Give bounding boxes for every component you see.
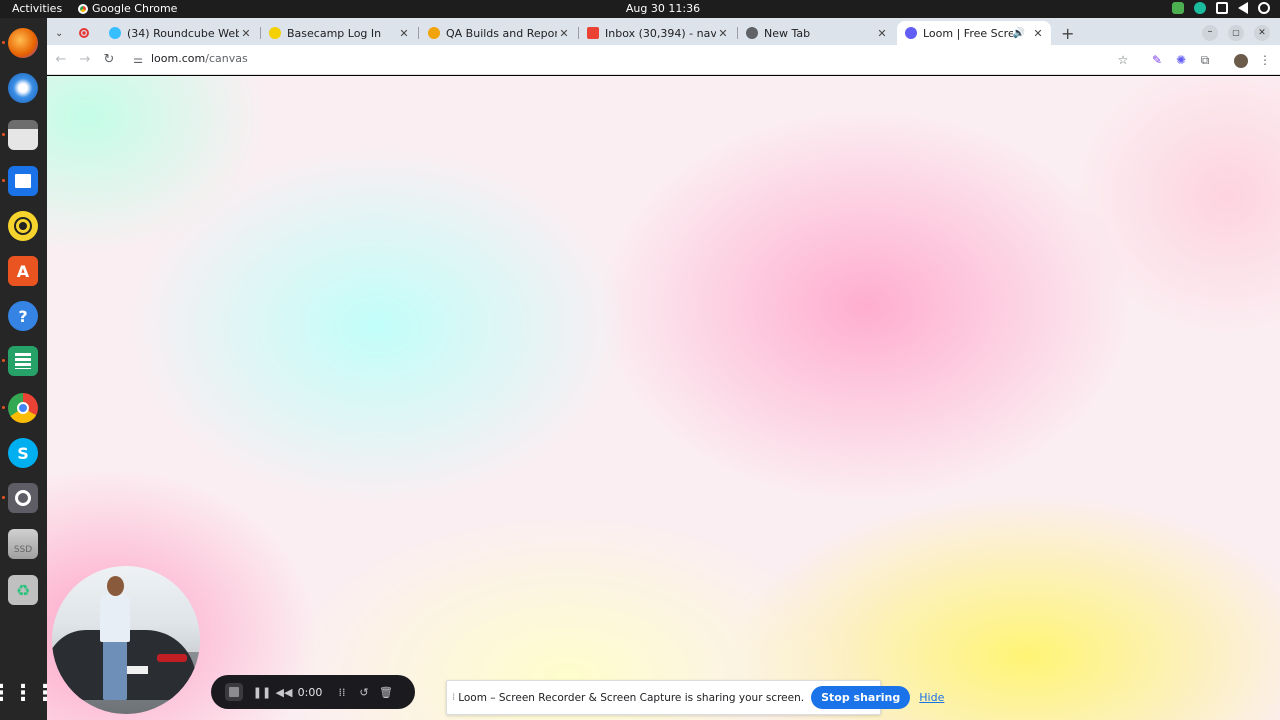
tab-title: Inbox (30,394) - navising [605,26,716,40]
rewind-button[interactable]: ◀◀ [273,686,295,699]
screen-sharing-banner: ⁞ Loom – Screen Recorder & Screen Captur… [446,680,944,715]
url-host: loom.com [151,52,206,65]
chrome-favicon-icon [746,27,758,39]
reload-button[interactable]: ↻ [100,51,118,69]
close-icon[interactable]: ✕ [875,27,889,40]
tray-sync-icon[interactable] [1194,2,1206,14]
hide-button[interactable]: Hide [919,691,944,704]
drag-handle-icon[interactable]: ⁞⁞ [331,686,353,699]
loom-favicon-icon [905,27,917,39]
tab-new-tab[interactable]: New Tab ✕ [738,21,895,45]
skype-icon[interactable]: S [8,438,38,468]
site-info-icon[interactable]: ⚌ [129,51,147,69]
drag-handle-icon[interactable]: ⁞ [452,692,455,703]
firefox-icon[interactable] [8,28,38,58]
browser-toolbar: ← → ↻ ⚌ loom.com/canvas ☆ ✎ ✺ ⧉ ⋮ [47,45,1280,75]
help-icon[interactable]: ? [8,301,38,331]
window-controls: – ▢ ✕ [1202,21,1280,45]
tab-loom[interactable]: Loom | Free Screen & 🔊 ✕ [897,21,1051,45]
app-center-icon[interactable]: A [8,256,38,286]
ssd-icon[interactable]: SSD [8,529,38,559]
restart-button[interactable]: ↺ [353,686,375,699]
tab-title: Loom | Free Screen & [923,26,1013,40]
profile-avatar[interactable] [1232,51,1250,69]
gmail-favicon-icon [587,27,599,39]
tab-strip: ⌄ (34) Roundcube Webmail ✕ Basecamp Log … [47,18,1280,45]
new-tab-button[interactable]: + [1057,21,1077,45]
url-path: /canvas [205,52,248,65]
app-grid-icon[interactable]: ⋮⋮⋮ [0,678,56,708]
extensions-puzzle-icon[interactable]: ⧉ [1196,51,1214,69]
stop-recording-button[interactable] [225,683,243,701]
stop-sharing-button[interactable]: Stop sharing [811,686,911,709]
camera-bubble[interactable] [52,566,200,714]
tab-qa-builds[interactable]: QA Builds and Reports - ✕ [420,21,577,45]
chrome-menu-icon[interactable]: ⋮ [1256,51,1274,69]
power-icon[interactable] [1258,2,1270,14]
back-button[interactable]: ← [52,51,70,69]
tab-title: (34) Roundcube Webmail [127,26,239,40]
chrome-icon[interactable] [8,393,38,423]
tab-title: QA Builds and Reports - [446,26,557,40]
tab-search-button[interactable]: ⌄ [51,21,71,45]
close-icon[interactable]: ✕ [397,27,411,40]
files-icon[interactable] [8,120,38,150]
system-tray[interactable] [1172,2,1270,14]
loom-extension-icon[interactable]: ✺ [1172,51,1190,69]
tab-title: New Tab [764,26,811,40]
close-icon[interactable]: ✕ [716,27,730,40]
audio-playing-icon[interactable]: 🔊 [1013,28,1025,39]
rhythmbox-icon[interactable] [8,211,38,241]
delete-button[interactable]: 🗑 [375,686,397,699]
close-icon[interactable]: ✕ [239,27,253,40]
tab-gmail-inbox[interactable]: Inbox (30,394) - navising ✕ [579,21,736,45]
tray-app-icon[interactable] [1172,2,1184,14]
calc-icon[interactable] [8,346,38,376]
writer-icon[interactable] [8,166,38,196]
loom-canvas [47,76,1280,720]
stop-icon [229,687,239,697]
screenshot-icon[interactable] [8,483,38,513]
recording-indicator [79,21,95,45]
pause-button[interactable]: ❚❚ [251,686,273,699]
close-icon[interactable]: ✕ [1031,27,1045,40]
sharing-message: Loom – Screen Recorder & Screen Capture … [458,691,805,704]
trash-icon[interactable]: ♻ [8,575,38,605]
camera-feed-person [107,576,124,596]
tab-roundcube[interactable]: (34) Roundcube Webmail ✕ [101,21,259,45]
close-window-icon[interactable]: ✕ [1254,25,1270,41]
system-top-bar: Activities Google Chrome Aug 30 11:36 [0,0,1280,18]
forward-button[interactable]: → [76,51,94,69]
tab-title: Basecamp Log In [287,26,382,40]
maximize-icon[interactable]: ▢ [1228,25,1244,41]
basecamp-favicon-icon [269,27,281,39]
dock: A ? S SSD ♻ ⋮⋮⋮ [0,18,56,720]
close-icon[interactable]: ✕ [557,27,571,40]
bookmark-star-icon[interactable]: ☆ [1114,51,1132,69]
roundcube-favicon-icon [109,27,121,39]
recording-timer: 0:00 [297,685,323,699]
volume-icon[interactable] [1238,2,1248,14]
clock[interactable]: Aug 30 11:36 [0,2,1280,15]
recording-controls: ❚❚ ◀◀ 0:00 ⁞⁞ ↺ 🗑 [211,675,415,709]
extension-pen-icon[interactable]: ✎ [1148,51,1166,69]
tab-basecamp[interactable]: Basecamp Log In ✕ [261,21,417,45]
thunderbird-icon[interactable] [8,73,38,103]
network-icon[interactable] [1216,2,1228,14]
qa-favicon-icon [428,27,440,39]
minimize-icon[interactable]: – [1202,25,1218,41]
address-bar[interactable]: loom.com/canvas [151,52,248,65]
